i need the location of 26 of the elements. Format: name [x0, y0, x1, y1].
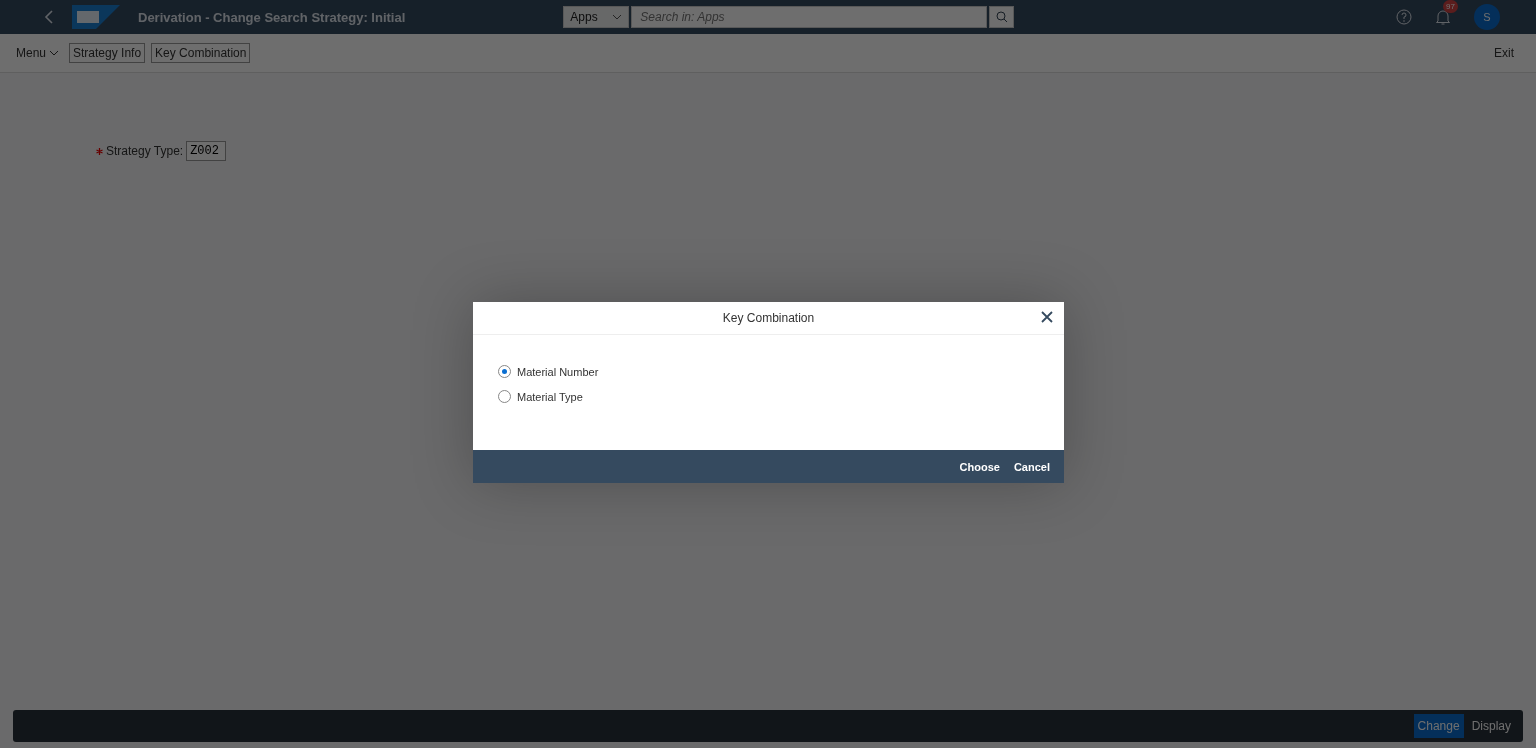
- dialog-button[interactable]: Cancel: [1011, 458, 1052, 475]
- help-icon[interactable]: [1396, 9, 1412, 25]
- dialog-button[interactable]: Choose: [957, 458, 1002, 475]
- option-label: Material Number: [517, 365, 599, 378]
- bell-icon[interactable]: [1434, 8, 1452, 26]
- footer-button[interactable]: Change: [1413, 714, 1464, 738]
- search-button[interactable]: [989, 6, 1015, 28]
- strategy-type-field[interactable]: Z002: [186, 141, 227, 161]
- search-field[interactable]: Search in: Apps: [631, 6, 988, 28]
- back-icon[interactable]: [44, 10, 54, 24]
- field-label: Strategy Type:: [106, 144, 184, 158]
- user-avatar[interactable]: S: [1474, 4, 1500, 30]
- page-title: Derivation - Change Search Strategy: Initial: [138, 9, 406, 25]
- scope-dropdown[interactable]: Apps: [563, 6, 630, 28]
- close-button[interactable]: [1040, 310, 1054, 324]
- chevron-down-icon: [612, 14, 623, 20]
- exit-button[interactable]: Exit: [1488, 45, 1520, 61]
- toolbar-button[interactable]: Key Combination: [151, 43, 251, 63]
- notification-badge: 97: [1443, 0, 1458, 13]
- toolbar-button[interactable]: Strategy Info: [69, 43, 146, 63]
- chevron-down-icon: [49, 50, 60, 56]
- footer-button[interactable]: Display: [1467, 714, 1515, 738]
- menu-button[interactable]: Menu: [16, 46, 64, 60]
- dialog-title: Key Combination: [722, 311, 815, 325]
- option-label: Material Type: [517, 390, 583, 403]
- search-icon: [995, 11, 1008, 23]
